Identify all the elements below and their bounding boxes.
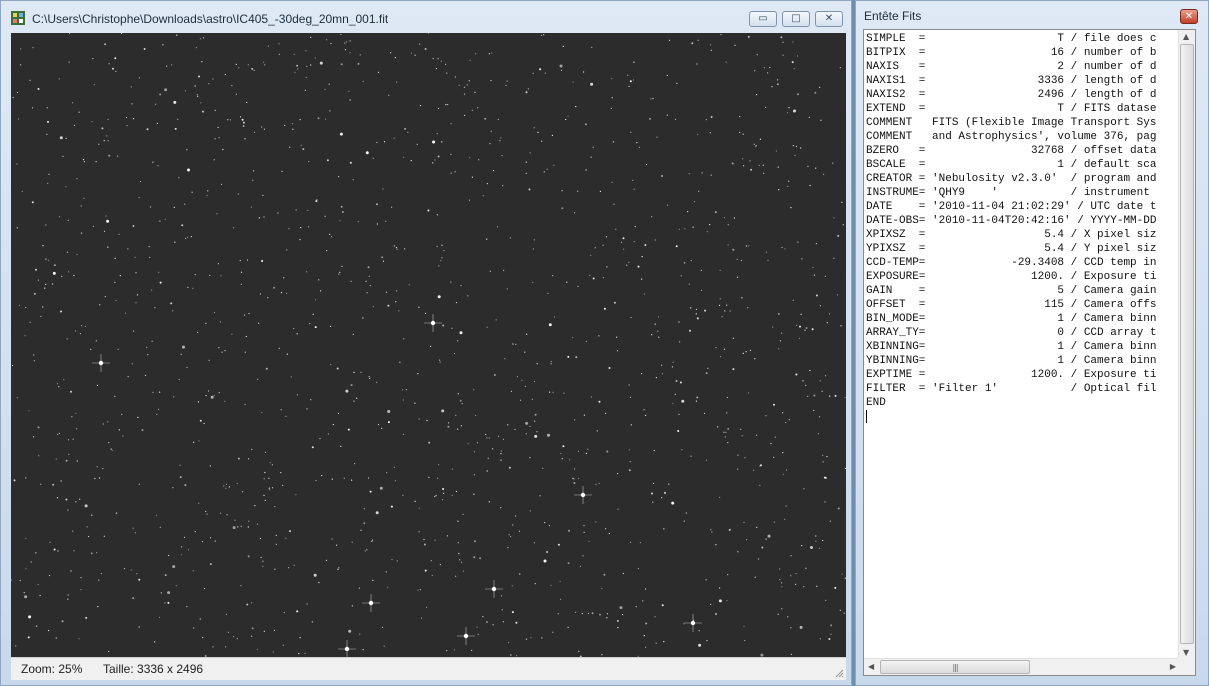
image-window-title: C:\Users\Christophe\Downloads\astro\IC40… xyxy=(32,12,389,26)
scroll-down-icon[interactable]: ▼ xyxy=(1183,648,1189,657)
bright-star xyxy=(338,640,356,657)
fits-header-line: GAIN = 5 / Camera gain xyxy=(866,285,1157,297)
fits-header-line: NAXIS2 = 2496 / length of d xyxy=(866,89,1157,101)
star-field-canvas xyxy=(11,33,846,657)
scroll-up-icon[interactable]: ▲ xyxy=(1183,32,1189,41)
fits-header-line: END xyxy=(866,397,886,409)
fits-header-title: Entête Fits xyxy=(864,9,922,23)
close-icon: ✕ xyxy=(824,13,834,24)
minimize-button[interactable]: ▭ xyxy=(749,11,777,27)
star-field-image[interactable] xyxy=(11,33,846,657)
bright-star xyxy=(92,354,110,372)
fits-header-close-button[interactable]: ✕ xyxy=(1180,9,1198,24)
bright-star xyxy=(457,627,475,645)
bright-star xyxy=(574,486,592,504)
close-button[interactable]: ✕ xyxy=(815,11,843,27)
fits-header-line: XBINNING= 1 / Camera binn xyxy=(866,341,1157,353)
fits-header-lines: SIMPLE = T / file does c BITPIX = 16 / nu… xyxy=(866,32,1176,660)
fits-viewer-icon xyxy=(11,11,25,25)
fits-header-line: NAXIS = 2 / number of d xyxy=(866,61,1157,73)
fits-header-text-area[interactable]: SIMPLE = T / file does c BITPIX = 16 / nu… xyxy=(863,29,1196,676)
vertical-scrollbar[interactable]: ▲ ▼ xyxy=(1178,30,1195,659)
horizontal-scrollbar[interactable]: ◀ ||| ▶ xyxy=(864,658,1180,675)
minimize-icon: ▭ xyxy=(758,13,768,24)
fits-header-line: BITPIX = 16 / number of b xyxy=(866,47,1157,59)
image-size-status: Taille: 3336 x 2496 xyxy=(103,662,204,676)
zoom-status: Zoom: 25% xyxy=(21,662,83,676)
bright-star xyxy=(684,614,702,632)
fits-header-line: BSCALE = 1 / default sca xyxy=(866,159,1157,171)
fits-header-line: SIMPLE = T / file does c xyxy=(866,33,1157,45)
fits-header-line: FILTER = 'Filter 1' / Optical fil xyxy=(866,383,1157,395)
fits-header-line: CCD-TEMP= -29.3408 / CCD temp in xyxy=(866,257,1157,269)
maximize-icon: □ xyxy=(791,13,801,24)
fits-header-line: BZERO = 32768 / offset data xyxy=(866,145,1157,157)
resize-grip-icon[interactable] xyxy=(834,668,844,678)
image-window: C:\Users\Christophe\Downloads\astro\IC40… xyxy=(0,0,852,686)
fits-header-line: EXPTIME = 1200. / Exposure ti xyxy=(866,369,1157,381)
scroll-left-icon[interactable]: ◀ xyxy=(868,662,874,671)
horizontal-scroll-thumb[interactable]: ||| xyxy=(880,660,1030,674)
maximize-button[interactable]: □ xyxy=(782,11,810,27)
status-bar: Zoom: 25% Taille: 3336 x 2496 xyxy=(11,657,846,680)
fits-header-line: XPIXSZ = 5.4 / X pixel siz xyxy=(866,229,1157,241)
scrollbar-corner xyxy=(1178,658,1195,675)
scroll-right-icon[interactable]: ▶ xyxy=(1170,662,1176,671)
image-window-titlebar[interactable]: C:\Users\Christophe\Downloads\astro\IC40… xyxy=(1,1,851,33)
text-cursor xyxy=(866,410,867,423)
fits-header-line: DATE = '2010-11-04 21:02:29' / UTC date … xyxy=(866,201,1157,213)
fits-header-line: YPIXSZ = 5.4 / Y pixel siz xyxy=(866,243,1157,255)
bright-star xyxy=(424,314,442,332)
fits-header-line: COMMENT FITS (Flexible Image Transport S… xyxy=(866,117,1157,129)
fits-header-line: EXTEND = T / FITS datase xyxy=(866,103,1157,115)
scroll-grip-icon: ||| xyxy=(952,662,958,672)
fits-header-line: ARRAY_TY= 0 / CCD array t xyxy=(866,327,1157,339)
fits-header-line: CREATOR = 'Nebulosity v2.3.0' / program … xyxy=(866,173,1157,185)
fits-header-line: YBINNING= 1 / Camera binn xyxy=(866,355,1157,367)
close-icon: ✕ xyxy=(1184,11,1194,22)
vertical-scroll-thumb[interactable] xyxy=(1180,44,1194,644)
fits-header-line: NAXIS1 = 3336 / length of d xyxy=(866,75,1157,87)
fits-header-line: DATE-OBS= '2010-11-04T20:42:16' / YYYY-M… xyxy=(866,215,1157,227)
fits-header-line: INSTRUME= 'QHY9 ' / instrument xyxy=(866,187,1150,199)
bright-star xyxy=(362,594,380,612)
bright-star xyxy=(485,580,503,598)
fits-header-line: EXPOSURE= 1200. / Exposure ti xyxy=(866,271,1157,283)
fits-header-line: BIN_MODE= 1 / Camera binn xyxy=(866,313,1157,325)
fits-header-line: OFFSET = 115 / Camera offs xyxy=(866,299,1157,311)
fits-header-window: Entête Fits ✕ SIMPLE = T / file does c BI… xyxy=(855,0,1209,686)
fits-header-line: COMMENT and Astrophysics', volume 376, p… xyxy=(866,131,1157,143)
